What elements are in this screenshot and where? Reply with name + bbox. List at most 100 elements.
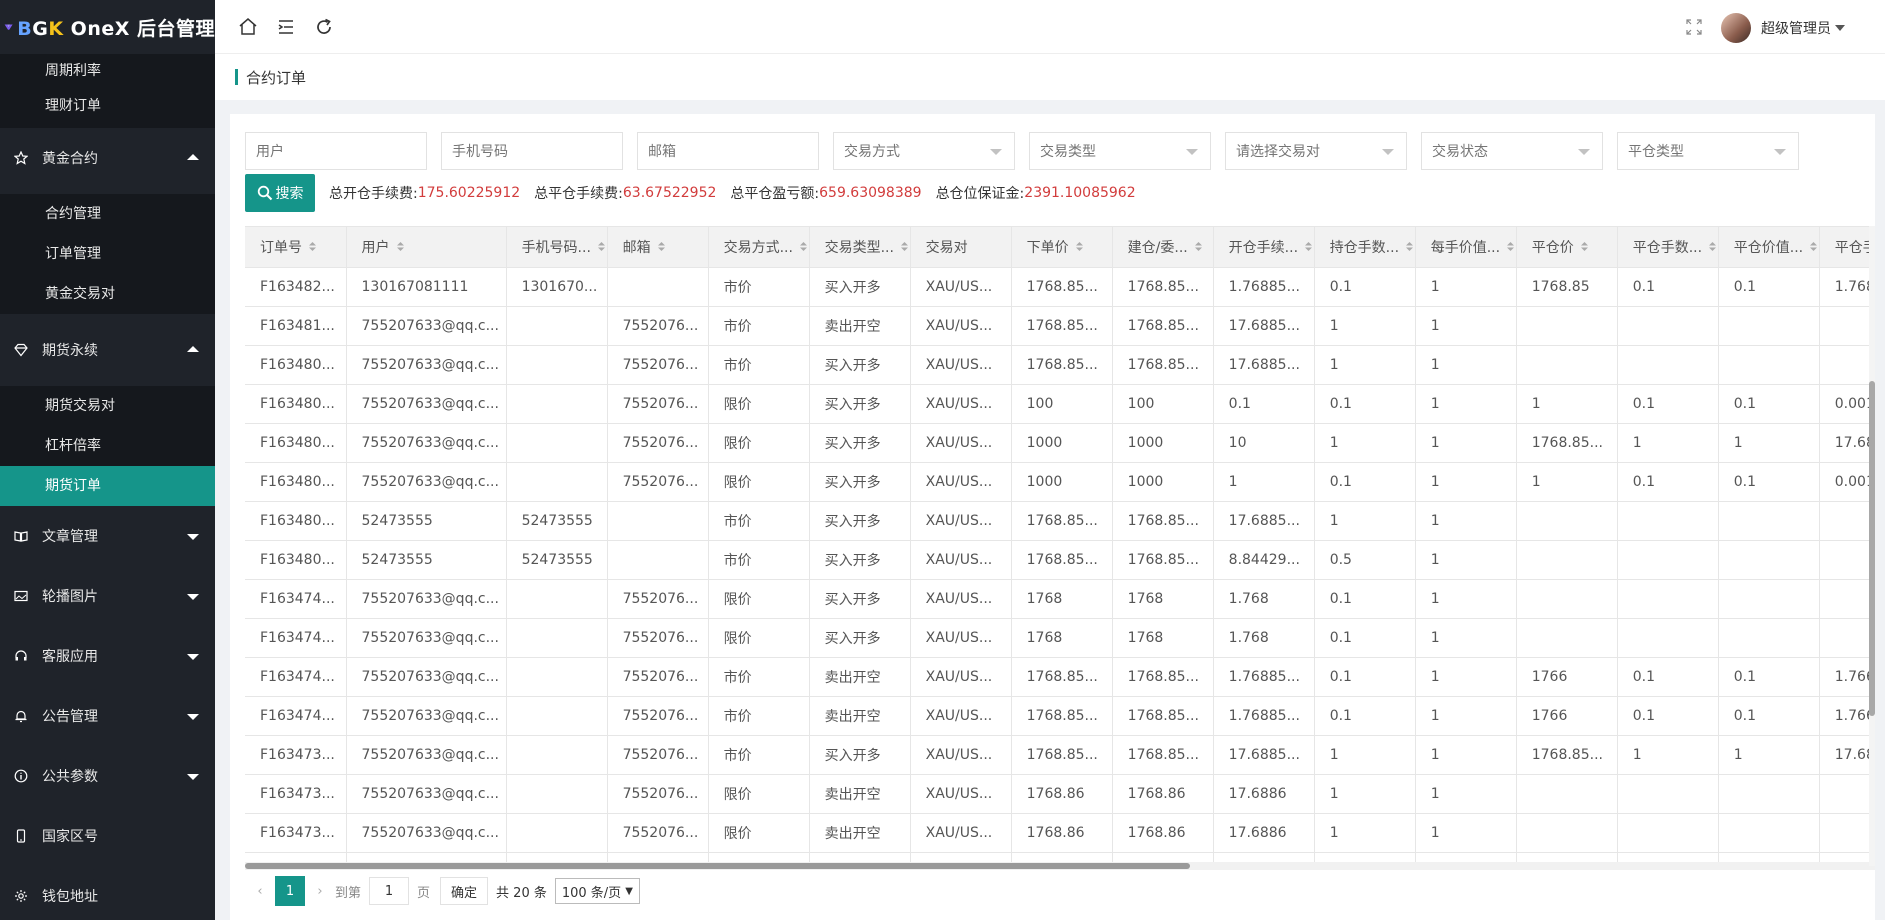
table-row[interactable]: F163481... 755207633@qq.c... 7552076... 市价卖…: [245, 306, 1875, 346]
table-cell: 买入开多: [809, 267, 911, 307]
sort-icon[interactable]: [597, 240, 606, 256]
column-header[interactable]: 订单号: [245, 227, 347, 268]
sidebar-group-wallet-address[interactable]: 钱包地址: [0, 866, 215, 920]
table-row[interactable]: F163480... 52473555 52473555 市价 买入开多 XAU/US..…: [245, 540, 1875, 580]
column-header[interactable]: 平仓手数...: [1617, 227, 1719, 268]
column-header-label: 每手价值...: [1430, 239, 1501, 256]
sort-icon[interactable]: [1075, 240, 1084, 256]
user-filter-input[interactable]: 用户: [245, 132, 427, 170]
table-cell: 卖出开空: [809, 813, 911, 853]
table-cell: 买入开多: [809, 540, 911, 580]
prev-page-icon[interactable]: ‹: [245, 884, 275, 899]
column-header[interactable]: 用户: [346, 227, 507, 268]
sort-icon[interactable]: [657, 240, 666, 256]
trade-method-select[interactable]: 交易方式: [833, 132, 1015, 170]
sidebar-item-order-manage[interactable]: 订单管理: [0, 234, 215, 274]
column-header[interactable]: 下单价: [1011, 227, 1113, 268]
fullscreen-icon[interactable]: [1683, 16, 1705, 38]
sidebar-item-period-rate[interactable]: 周期利率: [0, 54, 215, 88]
table-cell: 1768.85...: [1112, 657, 1214, 697]
user-menu[interactable]: 超级管理员: [1721, 13, 1845, 43]
sort-icon[interactable]: [1580, 240, 1589, 256]
sort-icon[interactable]: [900, 240, 909, 256]
sidebar-item-futures-orders[interactable]: 期货订单: [0, 466, 215, 506]
user-name: 超级管理员: [1761, 21, 1831, 37]
sort-icon[interactable]: [1194, 240, 1203, 256]
table-row[interactable]: F163474... 755207633@qq.c... 7552076... 市价卖…: [245, 696, 1875, 736]
column-header[interactable]: 平仓价值...: [1718, 227, 1820, 268]
sort-icon[interactable]: [1708, 240, 1717, 256]
horizontal-scrollbar[interactable]: [245, 862, 1875, 870]
table-row[interactable]: F163474... 755207633@qq.c... 7552076... 限价买…: [245, 618, 1875, 658]
scrollbar-thumb[interactable]: [245, 863, 1190, 869]
table-row[interactable]: F163482... 130167081111 1301670... 市价 买入开多 XA…: [245, 267, 1875, 307]
vertical-scrollbar[interactable]: [1869, 226, 1875, 866]
sidebar-item-leverage[interactable]: 杠杆倍率: [0, 426, 215, 466]
sidebar-group-futures[interactable]: 期货永续: [0, 320, 215, 380]
close-type-select[interactable]: 平仓类型: [1617, 132, 1799, 170]
column-header[interactable]: 交易方式...: [708, 227, 810, 268]
breadcrumb-marker: [235, 69, 238, 85]
current-page[interactable]: 1: [275, 876, 305, 906]
trade-status-select[interactable]: 交易状态: [1421, 132, 1603, 170]
next-page-icon[interactable]: ›: [305, 884, 335, 899]
page-size-select[interactable]: 100 条/页 ▼: [554, 878, 640, 904]
table-cell: [506, 657, 608, 697]
sort-icon[interactable]: [1809, 240, 1818, 256]
column-header-label: 交易方式...: [723, 239, 793, 256]
table-row[interactable]: F163480... 755207633@qq.c... 7552076... 市价买…: [245, 345, 1875, 385]
gold-contract-submenu: 合约管理 订单管理 黄金交易对: [0, 194, 215, 314]
sidebar-item-finance-orders[interactable]: 理财订单: [0, 88, 215, 128]
sidebar-group-carousel[interactable]: 轮播图片: [0, 566, 215, 626]
confirm-button[interactable]: 确定: [440, 877, 489, 905]
scrollbar-thumb[interactable]: [1869, 381, 1875, 716]
trade-pair-select[interactable]: 请选择交易对: [1225, 132, 1407, 170]
table-row[interactable]: F163473... 755207633@qq.c... 7552076... 限价卖…: [245, 774, 1875, 814]
column-header[interactable]: 建仓/委...: [1112, 227, 1214, 268]
phone-filter-input[interactable]: 手机号码: [441, 132, 623, 170]
column-header[interactable]: 平仓手: [1819, 227, 1875, 268]
page-input[interactable]: 1: [369, 877, 410, 905]
refresh-icon[interactable]: [313, 16, 335, 38]
table-cell: 1.76885...: [1213, 657, 1315, 697]
sidebar-item-gold-pairs[interactable]: 黄金交易对: [0, 274, 215, 314]
menu-collapse-icon[interactable]: [275, 16, 297, 38]
sort-icon[interactable]: [1405, 240, 1414, 256]
table-row[interactable]: F163480... 755207633@qq.c... 7552076... 限价买…: [245, 384, 1875, 424]
table-row[interactable]: F163473... 755207633@qq.c... 7552076... 限价卖…: [245, 813, 1875, 853]
table-row[interactable]: F163474... 755207633@qq.c... 7552076... 限价买…: [245, 579, 1875, 619]
sidebar-group-articles[interactable]: 文章管理: [0, 506, 215, 566]
sort-icon[interactable]: [799, 240, 808, 256]
sidebar-group-gold-contract[interactable]: 黄金合约: [0, 128, 215, 188]
table-row[interactable]: F163480... 52473555 52473555 市价 买入开多 XAU/US..…: [245, 501, 1875, 541]
sidebar-item-contract-manage[interactable]: 合约管理: [0, 194, 215, 234]
sidebar-item-futures-pairs[interactable]: 期货交易对: [0, 386, 215, 426]
column-header[interactable]: 交易对: [910, 227, 1012, 268]
column-header[interactable]: 手机号码...: [506, 227, 608, 268]
column-header[interactable]: 邮箱: [607, 227, 709, 268]
sidebar-group-public-params[interactable]: 公共参数: [0, 746, 215, 806]
breadcrumb: 合约订单: [215, 54, 1885, 100]
sort-icon[interactable]: [1304, 240, 1313, 256]
sort-icon[interactable]: [308, 240, 317, 256]
table-row[interactable]: F163474... 755207633@qq.c... 7552076... 市价卖…: [245, 657, 1875, 697]
column-header[interactable]: 交易类型...: [809, 227, 911, 268]
column-header[interactable]: 每手价值...: [1415, 227, 1517, 268]
trade-type-select[interactable]: 交易类型: [1029, 132, 1211, 170]
home-icon[interactable]: [237, 16, 259, 38]
table-row[interactable]: F163480... 755207633@qq.c... 7552076... 限价买…: [245, 462, 1875, 502]
column-header[interactable]: 开仓手续...: [1213, 227, 1315, 268]
search-button[interactable]: 搜索: [245, 174, 315, 212]
email-filter-input[interactable]: 邮箱: [637, 132, 819, 170]
table-row[interactable]: F163480... 755207633@qq.c... 7552076... 限价买…: [245, 423, 1875, 463]
sort-icon[interactable]: [396, 240, 405, 256]
logo[interactable]: BGK OneX 后台管理: [0, 0, 215, 54]
sidebar-group-country-codes[interactable]: 国家区号: [0, 806, 215, 866]
column-header[interactable]: 平仓价: [1516, 227, 1618, 268]
table-cell: 0.001: [1819, 462, 1875, 502]
table-row[interactable]: F163473... 755207633@qq.c... 7552076... 市价买…: [245, 735, 1875, 775]
sidebar-group-announcements[interactable]: 公告管理: [0, 686, 215, 746]
column-header[interactable]: 持仓手数...: [1314, 227, 1416, 268]
sidebar-group-customer-service[interactable]: 客服应用: [0, 626, 215, 686]
sort-icon[interactable]: [1506, 240, 1515, 256]
